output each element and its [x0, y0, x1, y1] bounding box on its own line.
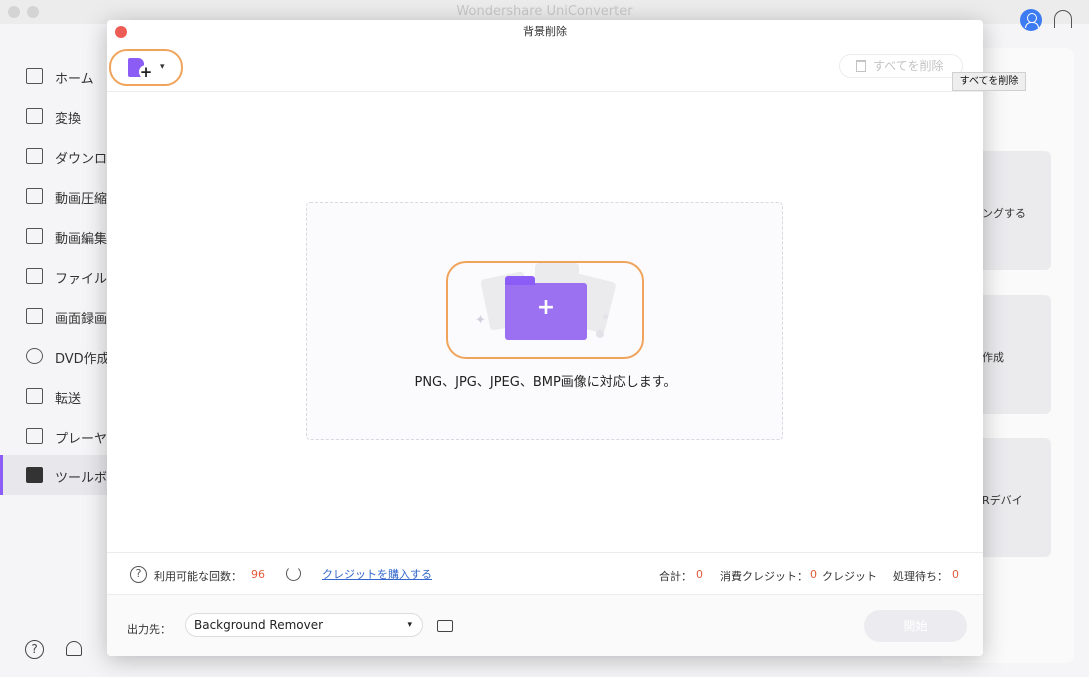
background-card-text: ングする — [982, 207, 1026, 220]
window-close-button[interactable] — [8, 6, 20, 18]
sidebar-item-label: DVD作成 — [55, 352, 110, 367]
consumed-credits-unit: クレジット — [822, 570, 877, 583]
delete-all-label: すべてを削除 — [873, 59, 944, 73]
sidebar: ホーム 変換 ダウンロ 動画圧縮 動画編集 ファイル 画面録画 DVD作成 転送… — [0, 44, 110, 677]
disc-icon — [26, 348, 43, 364]
account-icon[interactable] — [1020, 9, 1042, 31]
sidebar-item-screen-record[interactable]: 画面録画 — [0, 296, 110, 336]
delete-all-tooltip: すべてを削除 — [952, 72, 1026, 91]
dialog-close-button[interactable] — [115, 26, 127, 38]
drop-hint-text: PNG、JPG、JPEG、BMP画像に対応します。 — [414, 375, 677, 390]
background-remover-dialog: 背景削除 すべてを削除 ✦ + PNG、JPG、JPEG、BMP画像に対応します… — [107, 20, 983, 656]
sidebar-item-download[interactable]: ダウンロ — [0, 136, 110, 176]
available-count-value: 96 — [251, 568, 265, 581]
plus-icon: + — [139, 63, 153, 81]
sidebar-item-home[interactable]: ホーム — [0, 56, 110, 96]
help-icon[interactable]: ? — [25, 640, 44, 659]
download-icon — [26, 148, 43, 164]
available-count-label: 利用可能な回数： — [154, 570, 242, 583]
folder-highlight-ring — [446, 261, 644, 359]
toolbox-icon — [26, 467, 43, 483]
sidebar-item-label: 転送 — [55, 392, 82, 407]
sidebar-item-toolbox[interactable]: ツールボ — [0, 455, 110, 495]
sidebar-item-label: ダウンロ — [55, 152, 108, 167]
convert-icon — [26, 108, 43, 124]
player-icon — [26, 428, 43, 444]
sidebar-item-label: プレーヤ — [55, 432, 108, 447]
output-bar: 出力先： Background Remover ▾ 開始 — [107, 594, 983, 656]
sidebar-item-label: ホーム — [55, 72, 94, 87]
sidebar-item-merge[interactable]: ファイル — [0, 256, 110, 296]
window-minimize-button[interactable] — [27, 6, 39, 18]
refresh-icon[interactable] — [286, 566, 301, 581]
output-location-select[interactable]: Background Remover ▾ — [185, 613, 423, 637]
transfer-icon — [26, 388, 43, 404]
chevron-down-icon: ▾ — [407, 620, 412, 630]
chevron-down-icon: ▾ — [160, 62, 165, 72]
background-card-text: Rデバイ — [982, 494, 1023, 507]
sidebar-item-player[interactable]: プレーヤ — [0, 416, 110, 456]
merge-icon — [26, 268, 43, 284]
app-title: Wondershare UniConverter — [456, 4, 633, 19]
total-label: 合計： — [659, 570, 692, 583]
add-file-button[interactable]: + ▾ — [109, 49, 183, 86]
drop-zone[interactable]: ✦ + PNG、JPG、JPEG、BMP画像に対応します。 — [306, 202, 783, 440]
dialog-toolbar: すべてを削除 — [107, 44, 983, 92]
home-icon — [26, 68, 43, 84]
dialog-title: 背景削除 — [523, 25, 567, 38]
sidebar-item-label: ツールボ — [55, 471, 108, 486]
sidebar-item-label: 動画圧縮 — [55, 192, 108, 207]
background-card-text: 作成 — [982, 351, 1004, 364]
sidebar-item-label: 動画編集 — [55, 232, 108, 247]
output-label: 出力先： — [127, 623, 171, 636]
trash-icon — [856, 60, 866, 72]
sidebar-item-dvd[interactable]: DVD作成 — [0, 336, 110, 376]
sidebar-item-transfer[interactable]: 転送 — [0, 376, 110, 416]
output-location-value: Background Remover — [194, 618, 324, 632]
headset-icon[interactable] — [1054, 10, 1072, 28]
sidebar-item-convert[interactable]: 変換 — [0, 96, 110, 136]
sidebar-item-edit[interactable]: 動画編集 — [0, 216, 110, 256]
folder-icon[interactable] — [437, 620, 453, 632]
consumed-credits-label: 消費クレジット： — [720, 570, 808, 583]
sidebar-item-compress[interactable]: 動画圧縮 — [0, 176, 110, 216]
credit-status-bar: ? 利用可能な回数： 96 クレジットを購入する 合計： 0 消費クレジット： … — [107, 552, 983, 594]
sidebar-item-label: 画面録画 — [55, 312, 108, 327]
delete-all-button[interactable]: すべてを削除 — [839, 54, 963, 78]
bell-icon[interactable] — [66, 641, 82, 656]
pending-value: 0 — [952, 568, 959, 581]
start-button[interactable]: 開始 — [864, 610, 967, 642]
sidebar-item-label: ファイル — [55, 272, 108, 287]
scissors-icon — [26, 228, 43, 244]
consumed-credits-value: 0 — [810, 568, 817, 581]
sidebar-item-label: 変換 — [55, 112, 82, 127]
total-value: 0 — [696, 568, 703, 581]
screen-record-icon — [26, 308, 43, 324]
pending-label: 処理待ち： — [893, 570, 948, 583]
buy-credits-link[interactable]: クレジットを購入する — [322, 566, 432, 582]
help-icon[interactable]: ? — [130, 566, 147, 583]
compress-icon — [26, 188, 43, 204]
